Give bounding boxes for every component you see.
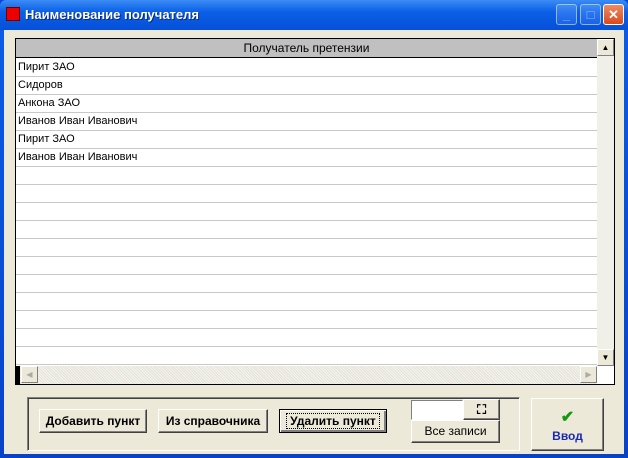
all-records-button[interactable]: Все записи [411,420,500,443]
vertical-scrollbar[interactable]: ▲ ▼ [597,39,614,366]
row-indicator [16,366,20,384]
table-row[interactable] [16,293,597,311]
table-row[interactable] [16,239,597,257]
window: Наименование получателя _ □ ✕ Получатель… [0,0,628,458]
table-row[interactable] [16,311,597,329]
delete-item-label: Удалить пункт [286,413,380,429]
find-button[interactable]: ⛶ [463,399,500,420]
horizontal-scrollbar[interactable]: ◀ ▶ [16,366,597,384]
scroll-down-icon[interactable]: ▼ [597,349,614,366]
search-input[interactable] [411,400,463,420]
title-bar[interactable]: Наименование получателя _ □ ✕ [0,0,628,30]
table-row[interactable]: Иванов Иван Иванович [16,113,597,131]
scroll-left-icon[interactable]: ◀ [21,366,38,383]
table-row[interactable]: Анкона ЗАО [16,95,597,113]
table-row[interactable] [16,275,597,293]
checkmark-icon: ✔ [560,409,575,426]
table-row[interactable] [16,203,597,221]
from-directory-button[interactable]: Из справочника [158,409,268,433]
table-row[interactable] [16,221,597,239]
enter-button[interactable]: ✔ Ввод [531,398,604,451]
table-row[interactable] [16,185,597,203]
add-item-button[interactable]: Добавить пункт [39,409,147,433]
scroll-up-icon[interactable]: ▲ [597,39,614,56]
table-row[interactable] [16,167,597,185]
window-title: Наименование получателя [25,7,199,22]
scroll-right-icon[interactable]: ▶ [580,366,597,383]
table-row[interactable] [16,257,597,275]
table-row[interactable]: Пирит ЗАО [16,59,597,77]
recipient-grid[interactable]: Получатель претензии Пирит ЗАО Сидоров Анк… [15,38,615,385]
minimize-button[interactable]: _ [556,4,577,25]
table-row[interactable]: Иванов Иван Иванович [16,149,597,167]
table-row[interactable] [16,329,597,347]
maximize-button[interactable]: □ [580,4,601,25]
app-icon [6,7,20,21]
enter-label: Ввод [552,429,583,443]
delete-item-button[interactable]: Удалить пункт [279,409,387,433]
close-button[interactable]: ✕ [603,4,624,25]
table-row[interactable] [16,347,597,365]
column-header[interactable]: Получатель претензии [16,39,597,58]
binoculars-icon: ⛶ [476,402,487,417]
client-area: Получатель претензии Пирит ЗАО Сидоров Анк… [4,30,624,454]
table-row[interactable]: Сидоров [16,77,597,95]
table-row[interactable]: Пирит ЗАО [16,131,597,149]
